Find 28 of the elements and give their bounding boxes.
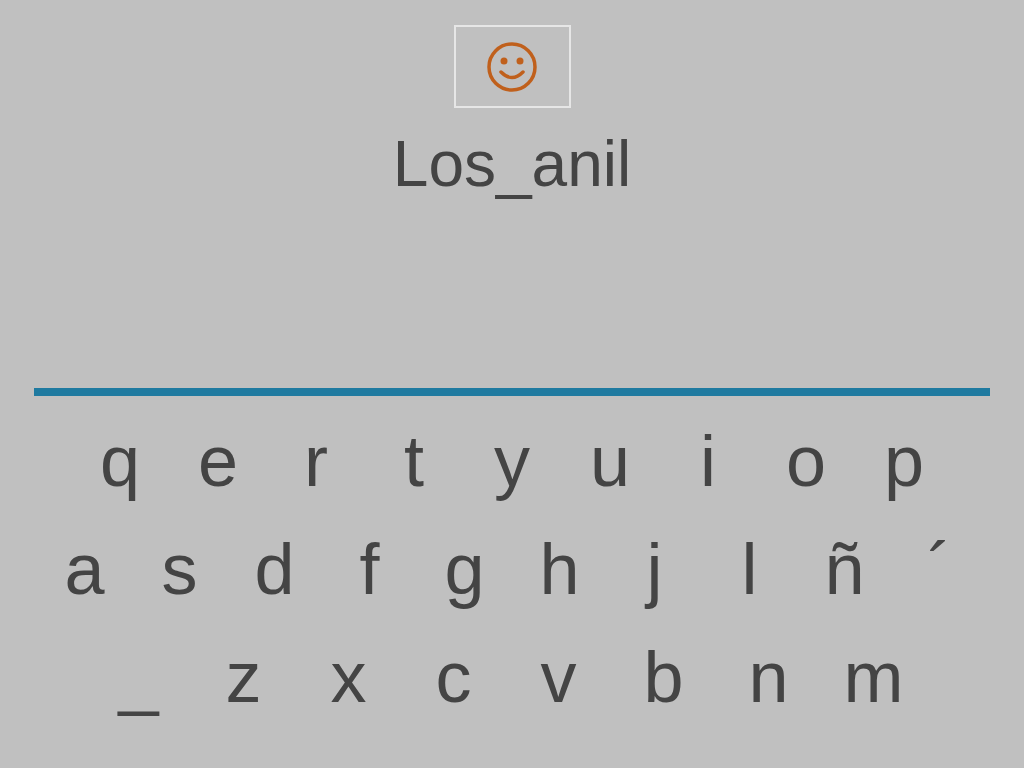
key-button[interactable]: q (71, 418, 169, 504)
key-button[interactable]: e (169, 418, 267, 504)
key-button[interactable]: o (757, 418, 855, 504)
smiley-icon (486, 40, 538, 93)
key-button[interactable]: b (611, 634, 716, 720)
key-button[interactable]: z (191, 634, 296, 720)
key-button[interactable]: s (132, 526, 227, 612)
key-button[interactable]: l (702, 526, 797, 612)
key-button[interactable]: i (659, 418, 757, 504)
key-button[interactable]: a (37, 526, 132, 612)
key-button[interactable]: t (365, 418, 463, 504)
key-button[interactable]: c (401, 634, 506, 720)
key-button[interactable]: r (267, 418, 365, 504)
key-button[interactable]: h (512, 526, 607, 612)
key-button[interactable]: x (296, 634, 401, 720)
key-button[interactable]: v (506, 634, 611, 720)
key-button[interactable]: g (417, 526, 512, 612)
key-button[interactable]: ñ (797, 526, 892, 612)
key-button[interactable]: m (821, 634, 926, 720)
key-button[interactable]: f (322, 526, 417, 612)
key-button[interactable]: d (227, 526, 322, 612)
key-button[interactable]: y (463, 418, 561, 504)
key-button[interactable]: u (561, 418, 659, 504)
key-button[interactable]: ´ (892, 526, 987, 612)
key-button[interactable]: p (855, 418, 953, 504)
key-button[interactable]: n (716, 634, 821, 720)
key-button[interactable]: j (607, 526, 702, 612)
key-button[interactable]: _ (86, 634, 191, 720)
